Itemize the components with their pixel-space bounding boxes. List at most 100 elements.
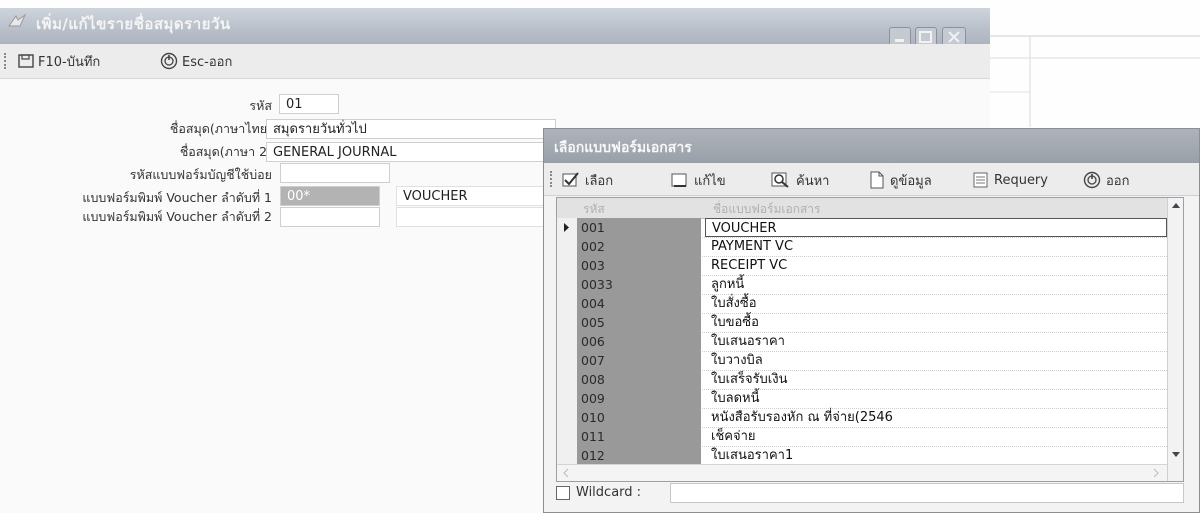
row-selector[interactable] [557, 446, 578, 465]
view-data-label: ดูข้อมูล [890, 173, 932, 189]
row-code: 003 [577, 256, 701, 275]
column-header-name[interactable]: ชื่อแบบฟอร์มเอกสาร [713, 200, 820, 219]
requery-button[interactable]: Requery [973, 168, 1048, 192]
edit-button[interactable]: แก้ไข [671, 168, 726, 192]
exit-label: Esc-ออก [182, 54, 233, 70]
view-data-button[interactable]: ดูข้อมูล [869, 168, 932, 192]
table-row[interactable]: 011 เช็คจ่าย [557, 427, 1167, 447]
table-row[interactable]: 002 PAYMENT VC [557, 237, 1167, 257]
code-label: รหัส [249, 98, 272, 113]
current-row-arrow-icon [564, 223, 569, 232]
row-selector[interactable] [557, 370, 578, 389]
table-row[interactable]: 007 ใบวางบิล [557, 351, 1167, 371]
edit-label: แก้ไข [694, 173, 726, 189]
save-button[interactable]: F10-บันทึก [18, 48, 100, 74]
form-list-grid: รหัส ชื่อแบบฟอร์มเอกสาร 001 VOUCHER 002 PAY… [556, 197, 1184, 482]
requery-label: Requery [994, 172, 1048, 188]
row-name: ใบเสนอราคา1 [711, 448, 794, 463]
row-selector[interactable] [557, 294, 578, 313]
window-title: เพิ่ม/แก้ไขรายชื่อสมุดรายวัน [36, 15, 231, 33]
row-selector[interactable] [557, 332, 578, 351]
search-button[interactable]: ค้นหา [771, 168, 829, 192]
save-label: F10-บันทึก [38, 54, 101, 70]
row-code: 005 [577, 313, 701, 332]
code-field[interactable]: 01 [279, 94, 339, 114]
row-code: 004 [577, 294, 701, 313]
search-label: ค้นหา [796, 173, 830, 189]
scroll-up-icon[interactable] [1168, 198, 1184, 214]
row-selector[interactable] [557, 313, 578, 332]
table-row[interactable]: 008 ใบเสร็จรับเงิน [557, 370, 1167, 390]
row-name: PAYMENT VC [711, 239, 794, 254]
main-toolbar [0, 44, 990, 79]
row-code: 010 [577, 408, 701, 427]
form-code-label: รหัสแบบฟอร์มบัญชีใช้บ่อย [129, 167, 272, 182]
row-name: ใบเสนอราคา [711, 334, 785, 349]
row-selector[interactable] [557, 237, 578, 256]
table-row[interactable]: 004 ใบสั่งซื้อ [557, 294, 1167, 314]
table-row[interactable]: 012 ใบเสนอราคา1 [557, 446, 1167, 466]
voucher1-name-field[interactable]: VOUCHER [396, 186, 546, 206]
name-th-label: ชื่อสมุด(ภาษาไทย) [169, 121, 272, 136]
row-name: ใบเสร็จรับเงิน [711, 372, 788, 387]
name-2-field[interactable]: GENERAL JOURNAL [266, 142, 556, 162]
row-selector[interactable] [557, 389, 578, 408]
requery-icon [973, 172, 988, 188]
table-row[interactable]: 010 หนังสือรับรองหัก ณ ที่จ่าย(2546 [557, 408, 1167, 428]
scroll-right-icon[interactable] [1149, 466, 1163, 480]
scroll-left-icon[interactable] [559, 466, 573, 480]
table-row[interactable]: 005 ใบขอซื้อ [557, 313, 1167, 333]
name-2-label: ชื่อสมุด(ภาษา 2) [179, 144, 272, 159]
table-row[interactable]: 003 RECEIPT VC [557, 256, 1167, 276]
table-row[interactable]: 009 ใบลดหนี้ [557, 389, 1167, 409]
floppy-icon [18, 54, 34, 68]
wildcard-input[interactable] [670, 483, 1184, 503]
row-code: 011 [577, 427, 701, 446]
dialog-exit-button[interactable]: ออก [1083, 168, 1130, 192]
select-button[interactable]: เลือก [562, 168, 613, 192]
row-name: ลูกหนี้ [711, 277, 745, 292]
vertical-scrollbar[interactable] [1167, 198, 1184, 481]
toolbar-grip[interactable] [4, 53, 9, 69]
exit-button[interactable]: Esc-ออก [160, 48, 232, 74]
row-selector[interactable] [557, 408, 578, 427]
table-row[interactable]: 006 ใบเสนอราคา [557, 332, 1167, 352]
app-icon [8, 14, 26, 27]
row-name: ใบสั่งซื้อ [711, 296, 757, 311]
voucher2-name-field[interactable] [396, 207, 546, 227]
scroll-down-icon[interactable] [1168, 446, 1184, 462]
row-name: VOUCHER [705, 218, 1167, 237]
row-selector[interactable] [557, 275, 578, 294]
wildcard-label: Wildcard : [576, 485, 642, 500]
search-icon [771, 172, 789, 188]
row-code: 012 [577, 446, 701, 465]
horizontal-scrollbar[interactable] [557, 464, 1167, 481]
row-code: 009 [577, 389, 701, 408]
dialog-title: เลือกแบบฟอร์มเอกสาร [554, 140, 692, 156]
row-code: 006 [577, 332, 701, 351]
edit-icon [671, 173, 687, 187]
row-code: 001 [577, 218, 701, 237]
dialog-toolbar-grip[interactable] [550, 171, 555, 187]
voucher1-code-field[interactable]: 00* [280, 186, 380, 206]
row-selector[interactable] [557, 218, 578, 237]
voucher2-code-field[interactable] [280, 207, 380, 227]
wildcard-option[interactable]: Wildcard : [556, 485, 641, 500]
column-header-code[interactable]: รหัส [583, 200, 605, 219]
checkbox-check-icon [562, 172, 579, 187]
row-name: RECEIPT VC [711, 258, 788, 273]
table-row[interactable]: 001 VOUCHER [557, 218, 1167, 238]
form-picker-dialog: เลือกแบบฟอร์มเอกสาร เลือก แก้ไข ค้นหา ดู… [543, 128, 1200, 513]
row-selector[interactable] [557, 256, 578, 275]
wildcard-checkbox[interactable] [556, 485, 570, 500]
name-th-field[interactable]: สมุดรายวันทั่วไป [266, 119, 556, 139]
form-code-field[interactable] [280, 163, 390, 183]
row-name: ใบลดหนี้ [711, 391, 760, 406]
voucher2-label: แบบฟอร์มพิมพ์ Voucher ลำดับที่ 2 [82, 209, 272, 224]
row-code: 008 [577, 370, 701, 389]
table-row[interactable]: 0033 ลูกหนี้ [557, 275, 1167, 295]
row-selector[interactable] [557, 351, 578, 370]
row-code: 002 [577, 237, 701, 256]
row-selector[interactable] [557, 427, 578, 446]
select-label: เลือก [585, 173, 614, 189]
